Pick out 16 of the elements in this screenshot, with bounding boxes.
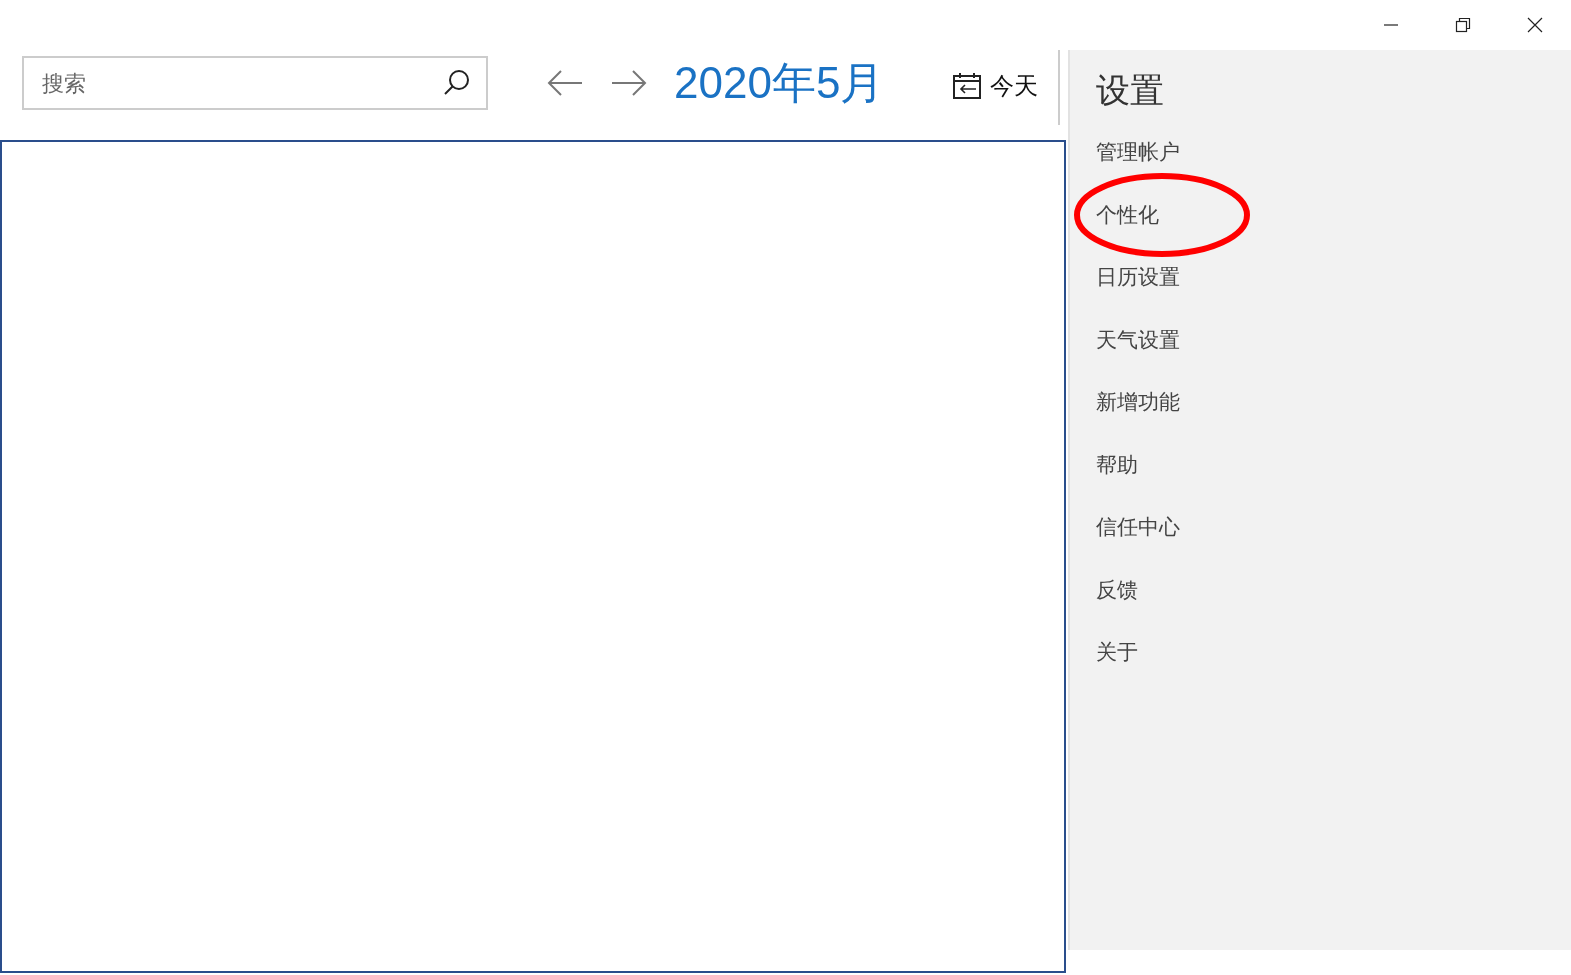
- close-icon[interactable]: [1527, 17, 1543, 33]
- search-field[interactable]: 搜索: [22, 56, 488, 110]
- settings-item[interactable]: 个性化: [1096, 200, 1159, 229]
- settings-item[interactable]: 信任中心: [1096, 513, 1180, 541]
- settings-item[interactable]: 关于: [1096, 638, 1138, 666]
- today-button[interactable]: 今天: [948, 68, 1043, 104]
- settings-item[interactable]: 天气设置: [1096, 325, 1180, 354]
- settings-item[interactable]: 反馈: [1096, 575, 1138, 604]
- settings-item[interactable]: 新增功能: [1096, 388, 1180, 416]
- settings-item[interactable]: 管理帐户: [1096, 138, 1180, 166]
- restore-icon[interactable]: [1455, 17, 1471, 33]
- calendar-icon: [952, 71, 983, 101]
- settings-item[interactable]: 日历设置: [1096, 263, 1180, 291]
- month-title: 2020年5月: [674, 56, 885, 109]
- settings-title: 设置: [1096, 69, 1165, 112]
- settings-item[interactable]: 帮助: [1096, 450, 1138, 479]
